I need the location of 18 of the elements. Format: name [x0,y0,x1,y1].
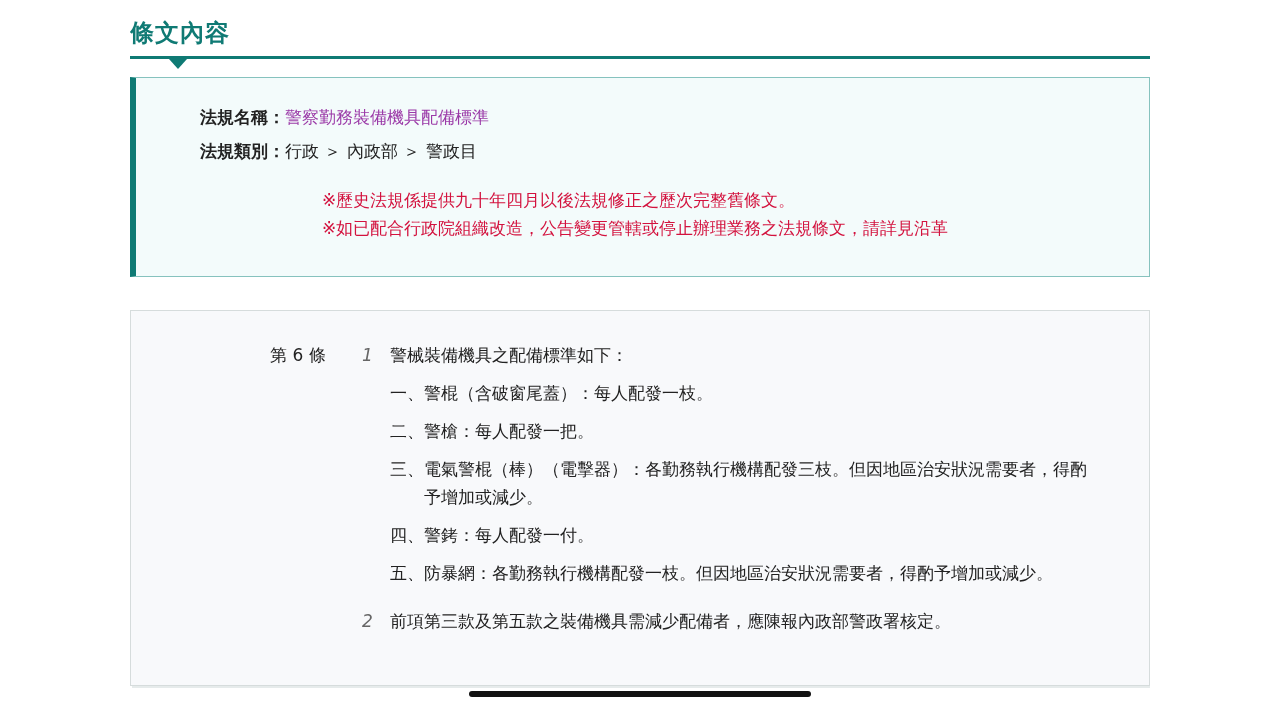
paragraph-text: 前項第三款及第五款之裝備機具需減少配備者，應陳報內政部警政署核定。 [390,610,952,633]
paragraph-number: 1 [361,344,374,367]
list-item-text: 三、電氣警棍（棒）（電擊器）：各勤務執行機構配發三枝。但因地區治安狀況需要者，得酌予增加或減少。 [390,458,1088,509]
field-label: 法規名稱： [200,107,285,127]
notice-text: ※歷史法規係提供九十年四月以後法規修正之歷次完整舊條文。 [322,189,797,212]
list-item-text: 五、防暴網：各勤務執行機構配發一枝。但因地區治安狀況需要者，得酌予增加或減少。 [390,562,1054,585]
category-path: 行政 ＞ 內政部 ＞ 警政目 [285,141,477,161]
section-title: 條文內容 [130,18,231,49]
list-item-text: 一、警棍（含破窗尾蓋）：每人配發一枝。 [390,382,714,405]
notice-text: ※如已配合行政院組織改造，公告變更管轄或停止辦理業務之法規條文，請詳見沿革 [322,217,950,240]
list-item-text: 四、警銬：每人配發一付。 [390,524,595,547]
paragraph-number: 2 [361,610,374,633]
pointer-triangle-icon [169,59,187,69]
field-label: 法規類別： [200,141,285,161]
article-number: 第 6 條 [270,344,327,367]
regulation-name-link[interactable]: 警察勤務裝備機具配備標準 [285,107,489,127]
list-item-text: 二、警槍：每人配發一把。 [390,420,595,443]
paragraph-text: 警械裝備機具之配備標準如下： [390,344,629,367]
